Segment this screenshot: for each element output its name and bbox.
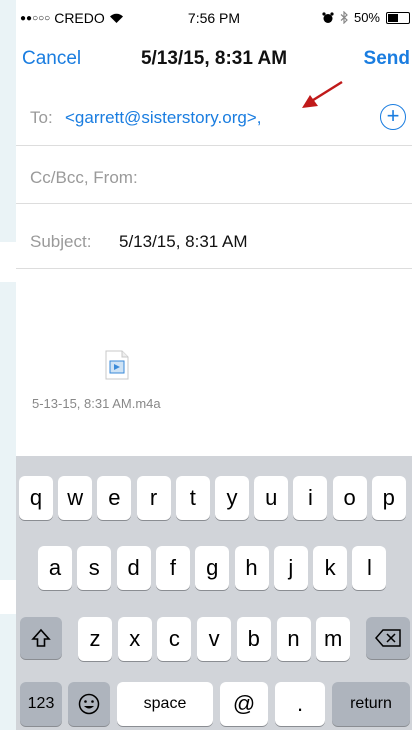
key-r[interactable]: r [136,476,171,520]
key-f[interactable]: f [155,546,190,590]
to-field[interactable]: To: <garrett@sisterstory.org>, + [16,90,412,146]
subject-field[interactable]: Subject: 5/13/15, 8:31 AM [16,204,412,269]
keyboard: 123 space @ . return qwertyuiop asdfghjkl… [16,456,412,730]
shift-key[interactable] [20,617,62,659]
cc-bcc-label: Cc/Bcc, From: [30,168,138,187]
key-b[interactable]: b [236,617,271,661]
alarm-icon [322,11,334,23]
key-m[interactable]: m [316,617,351,661]
shift-icon [31,628,51,647]
key-o[interactable]: o [332,476,367,520]
emoji-key[interactable] [68,682,110,726]
to-recipient[interactable]: <garrett@sisterstory.org>, [65,108,261,128]
period-key[interactable]: . [275,682,325,726]
key-q[interactable]: q [19,476,53,520]
background-strip [0,0,16,730]
key-l[interactable]: l [352,546,387,590]
key-s[interactable]: s [77,546,112,590]
delete-key[interactable] [366,617,410,659]
backspace-icon [375,629,401,647]
key-k[interactable]: k [313,546,348,590]
red-arrow-annotation [302,80,343,108]
status-bar: ●●○○○ CREDO 7:56 PM 50% [16,0,412,34]
battery-percent: 50% [353,10,380,25]
key-p[interactable]: p [371,476,406,520]
send-button[interactable]: Send [364,48,410,70]
key-h[interactable]: h [234,546,269,590]
key-n[interactable]: n [276,617,311,661]
key-d[interactable]: d [116,546,151,590]
cc-bcc-field[interactable]: Cc/Bcc, From: [16,146,412,204]
message-body[interactable]: 5-13-15, 8:31 AM.m4a [16,268,412,458]
key-g[interactable]: g [195,546,230,590]
key-w[interactable]: w [58,476,93,520]
phone-screen: ●●○○○ CREDO 7:56 PM 50% Cancel 5/13/15, … [16,0,412,730]
add-contact-icon[interactable]: + [380,104,406,130]
key-z[interactable]: z [78,617,112,661]
key-e[interactable]: e [97,476,132,520]
at-key[interactable]: @ [220,682,268,726]
subject-label: Subject: [30,232,92,251]
key-j[interactable]: j [273,546,308,590]
key-t[interactable]: t [175,476,210,520]
audio-file-icon[interactable] [104,350,130,380]
nav-bar: Cancel 5/13/15, 8:31 AM Send [16,34,412,84]
numbers-key[interactable]: 123 [20,682,62,726]
bluetooth-icon [340,11,348,24]
subject-value[interactable]: 5/13/15, 8:31 AM [119,232,248,252]
battery-icon [386,11,410,24]
key-u[interactable]: u [254,476,289,520]
to-label: To: [30,108,53,127]
key-v[interactable]: v [197,617,232,661]
key-x[interactable]: x [117,617,152,661]
key-a[interactable]: a [38,546,72,590]
nav-title: 5/13/15, 8:31 AM [140,48,288,69]
emoji-icon [78,693,100,715]
attachment-filename[interactable]: 5-13-15, 8:31 AM.m4a [32,396,161,411]
space-key[interactable]: space [117,682,213,726]
key-y[interactable]: y [215,476,249,520]
key-c[interactable]: c [157,617,192,661]
return-key[interactable]: return [332,682,410,726]
key-i[interactable]: i [293,476,328,520]
